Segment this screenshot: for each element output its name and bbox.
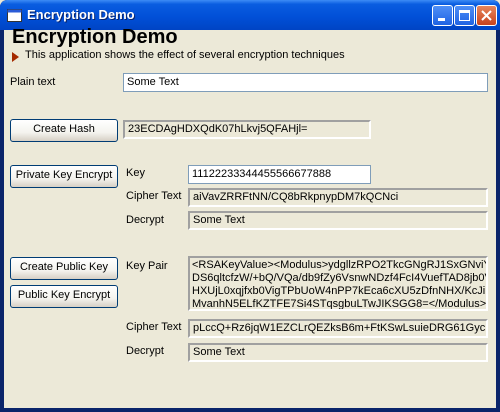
key-pair-line: <RSAKeyValue><Modulus>ydgllzRPO2TkcGNgRJ… [192, 259, 488, 271]
public-decrypt-label: Decrypt [126, 345, 164, 357]
maximize-button[interactable] [454, 5, 475, 26]
create-public-key-button[interactable]: Create Public Key [10, 257, 118, 280]
private-decrypt-output[interactable]: Some Text [188, 211, 488, 230]
minimize-button[interactable] [432, 5, 453, 26]
close-icon [481, 10, 492, 21]
app-window: Encryption Demo Encryption Demo This app… [0, 0, 500, 412]
page-subtitle: This application shows the effect of sev… [25, 49, 345, 61]
key-pair-output[interactable]: <RSAKeyValue><Modulus>ydgllzRPO2TkcGNgRJ… [188, 256, 488, 311]
page-title: Encryption Demo [12, 26, 178, 48]
triangle-right-icon [12, 52, 19, 62]
key-pair-line: MvanhN5ELfKZTFE7Si4STqsgbuLTwJIKSGG8=</M… [192, 298, 488, 310]
public-key-encrypt-button[interactable]: Public Key Encrypt [10, 285, 118, 308]
window-title: Encryption Demo [27, 7, 135, 22]
private-cipher-output[interactable]: aiVavZRRFtNN/CQ8bRkpnypDM7kQCNci [188, 188, 488, 207]
public-cipher-output[interactable]: pLccQ+Rz6jqW1EZCLrQEZksB6m+FtKSwLsuieDRG… [188, 319, 488, 338]
key-label: Key [126, 167, 145, 179]
private-key-encrypt-button[interactable]: Private Key Encrypt [10, 165, 118, 188]
plain-text-input[interactable]: Some Text [123, 73, 488, 92]
app-icon [7, 8, 22, 23]
hash-output[interactable]: 23ECDAgHDXQdK07hLkvj5QFAHjl= [123, 120, 371, 139]
minimize-icon [438, 18, 445, 21]
public-decrypt-output[interactable]: Some Text [188, 343, 488, 362]
key-pair-line: HXUjL0xqjfxb0VigTPbUoW4nPP7kEca6cXU5zDfn… [192, 285, 488, 297]
create-hash-button[interactable]: Create Hash [10, 119, 118, 142]
plain-text-label: Plain text [10, 76, 56, 88]
cipher-text-label: Cipher Text [126, 190, 182, 202]
client-area: Encryption Demo This application shows t… [4, 26, 496, 408]
maximize-icon [459, 10, 470, 21]
key-input[interactable]: 11122233344455566677888 [188, 165, 371, 184]
key-pair-line: DS6qltcfzW/+bQ/VQa/db9fZy6VsnwNDzf4FcI4V… [192, 272, 488, 284]
key-pair-label: Key Pair [126, 260, 168, 272]
close-button[interactable] [476, 5, 497, 26]
public-cipher-label: Cipher Text [126, 321, 182, 333]
decrypt-label: Decrypt [126, 214, 164, 226]
